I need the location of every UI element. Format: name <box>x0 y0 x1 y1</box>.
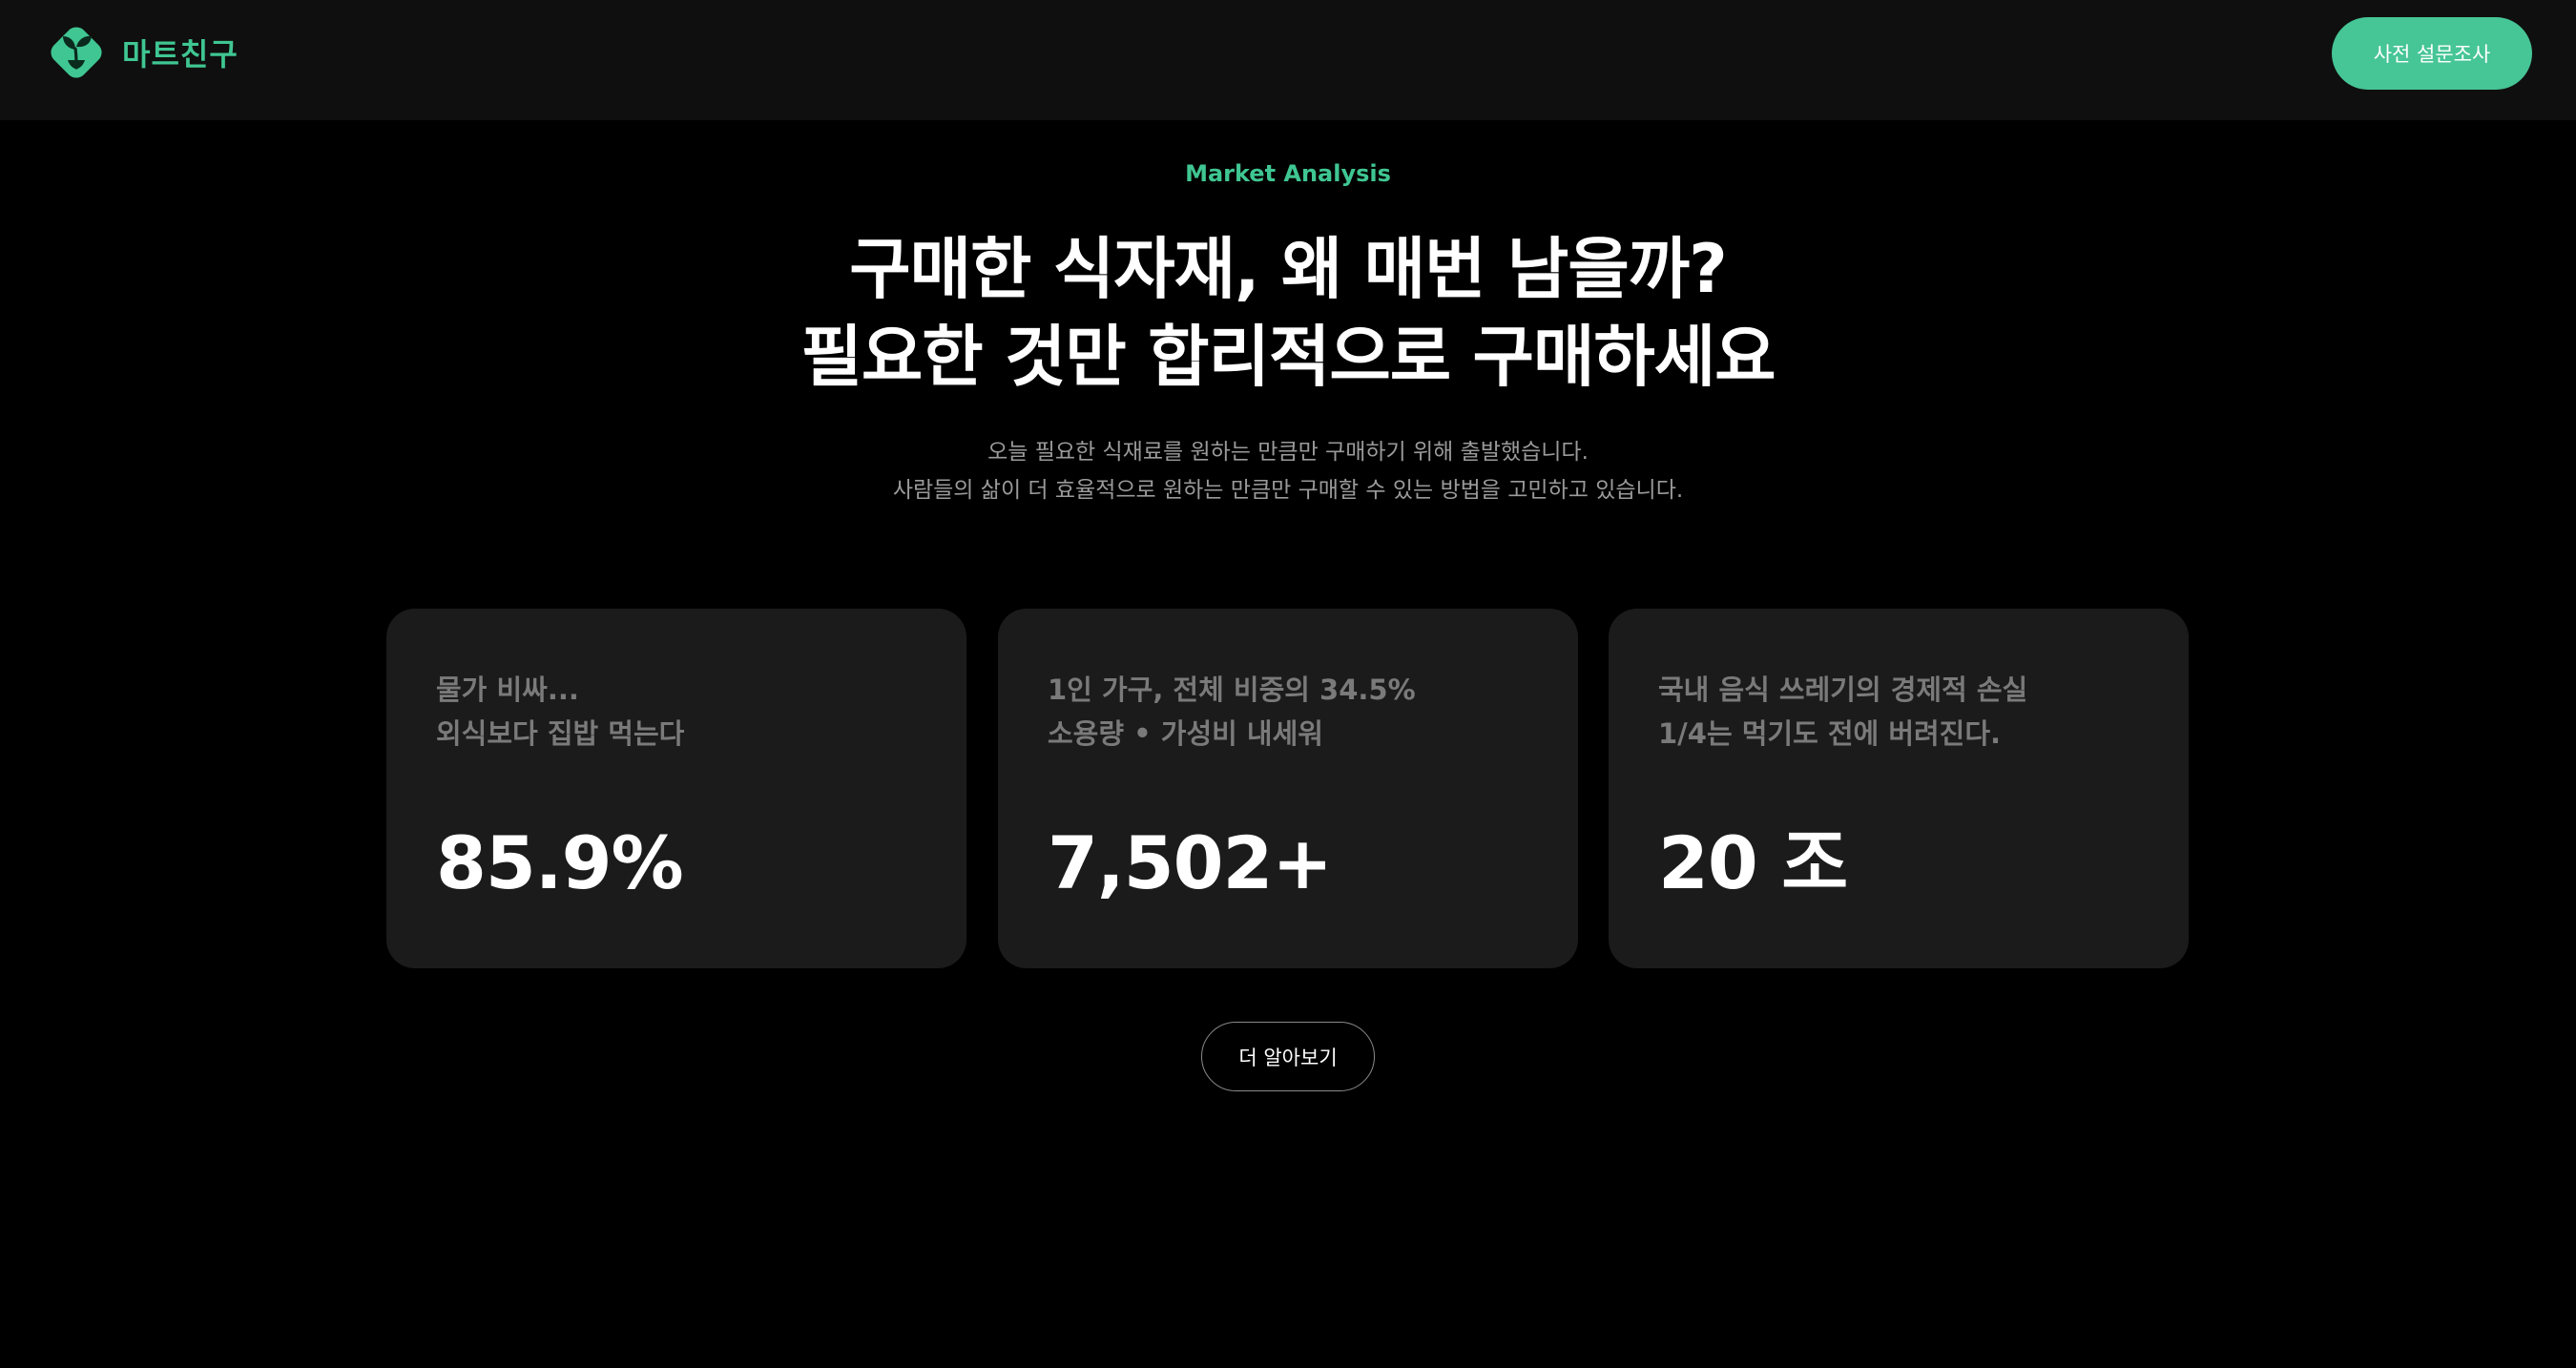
hero-description: 오늘 필요한 식재료를 원하는 만큼만 구매하기 위해 출발했습니다. 사람들의… <box>0 433 2576 509</box>
description-line-2: 사람들의 삶이 더 효율적으로 원하는 만큼만 구매할 수 있는 방법을 고민하… <box>892 478 1684 503</box>
stat-value: 85.9% <box>436 820 684 905</box>
logo-text: 마트친구 <box>122 36 239 73</box>
stat-caption-line-2: 소용량 • 가성비 내세워 <box>1048 717 1323 750</box>
headline-line-2: 필요한 것만 합리적으로 구매하세요 <box>800 318 1776 396</box>
sprout-leaf-icon <box>51 27 102 78</box>
description-line-1: 오늘 필요한 식재료를 원하는 만큼만 구매하기 위해 출발했습니다. <box>987 440 1589 465</box>
stat-caption-line-1: 물가 비싸... <box>436 674 579 706</box>
stat-caption: 1인 가구, 전체 비중의 34.5% 소용량 • 가성비 내세워 <box>1048 668 1416 756</box>
stat-value: 7,502+ <box>1048 820 1333 905</box>
logo-link[interactable]: 마트친구 <box>42 19 239 86</box>
stat-caption-line-1: 1인 가구, 전체 비중의 34.5% <box>1048 674 1416 706</box>
stat-card-food-waste: 국내 음식 쓰레기의 경제적 손실 1/4는 먹기도 전에 버려진다. 20 조 <box>1609 609 2189 968</box>
stat-caption: 물가 비싸... 외식보다 집밥 먹는다 <box>436 668 684 756</box>
stat-caption: 국내 음식 쓰레기의 경제적 손실 1/4는 먹기도 전에 버려진다. <box>1658 668 2027 756</box>
stat-value: 20 조 <box>1658 820 1848 905</box>
pre-survey-button[interactable]: 사전 설문조사 <box>2332 17 2532 90</box>
headline-line-1: 구매한 식자재, 왜 매번 남을까? <box>849 230 1727 308</box>
stat-card-home-meals: 물가 비싸... 외식보다 집밥 먹는다 85.9% <box>386 609 966 968</box>
section-eyebrow: Market Analysis <box>1185 160 1391 187</box>
learn-more-button[interactable]: 더 알아보기 <box>1201 1022 1375 1091</box>
stat-card-single-households: 1인 가구, 전체 비중의 34.5% 소용량 • 가성비 내세워 7,502+ <box>998 609 1578 968</box>
page-headline: 구매한 식자재, 왜 매번 남을까? 필요한 것만 합리적으로 구매하세요 <box>0 225 2576 401</box>
stat-caption-line-1: 국내 음식 쓰레기의 경제적 손실 <box>1658 674 2028 706</box>
site-header: 마트친구 사전 설문조사 <box>0 0 2576 120</box>
stat-caption-line-2: 외식보다 집밥 먹는다 <box>436 717 685 750</box>
stat-caption-line-2: 1/4는 먹기도 전에 버려진다. <box>1658 717 2002 750</box>
